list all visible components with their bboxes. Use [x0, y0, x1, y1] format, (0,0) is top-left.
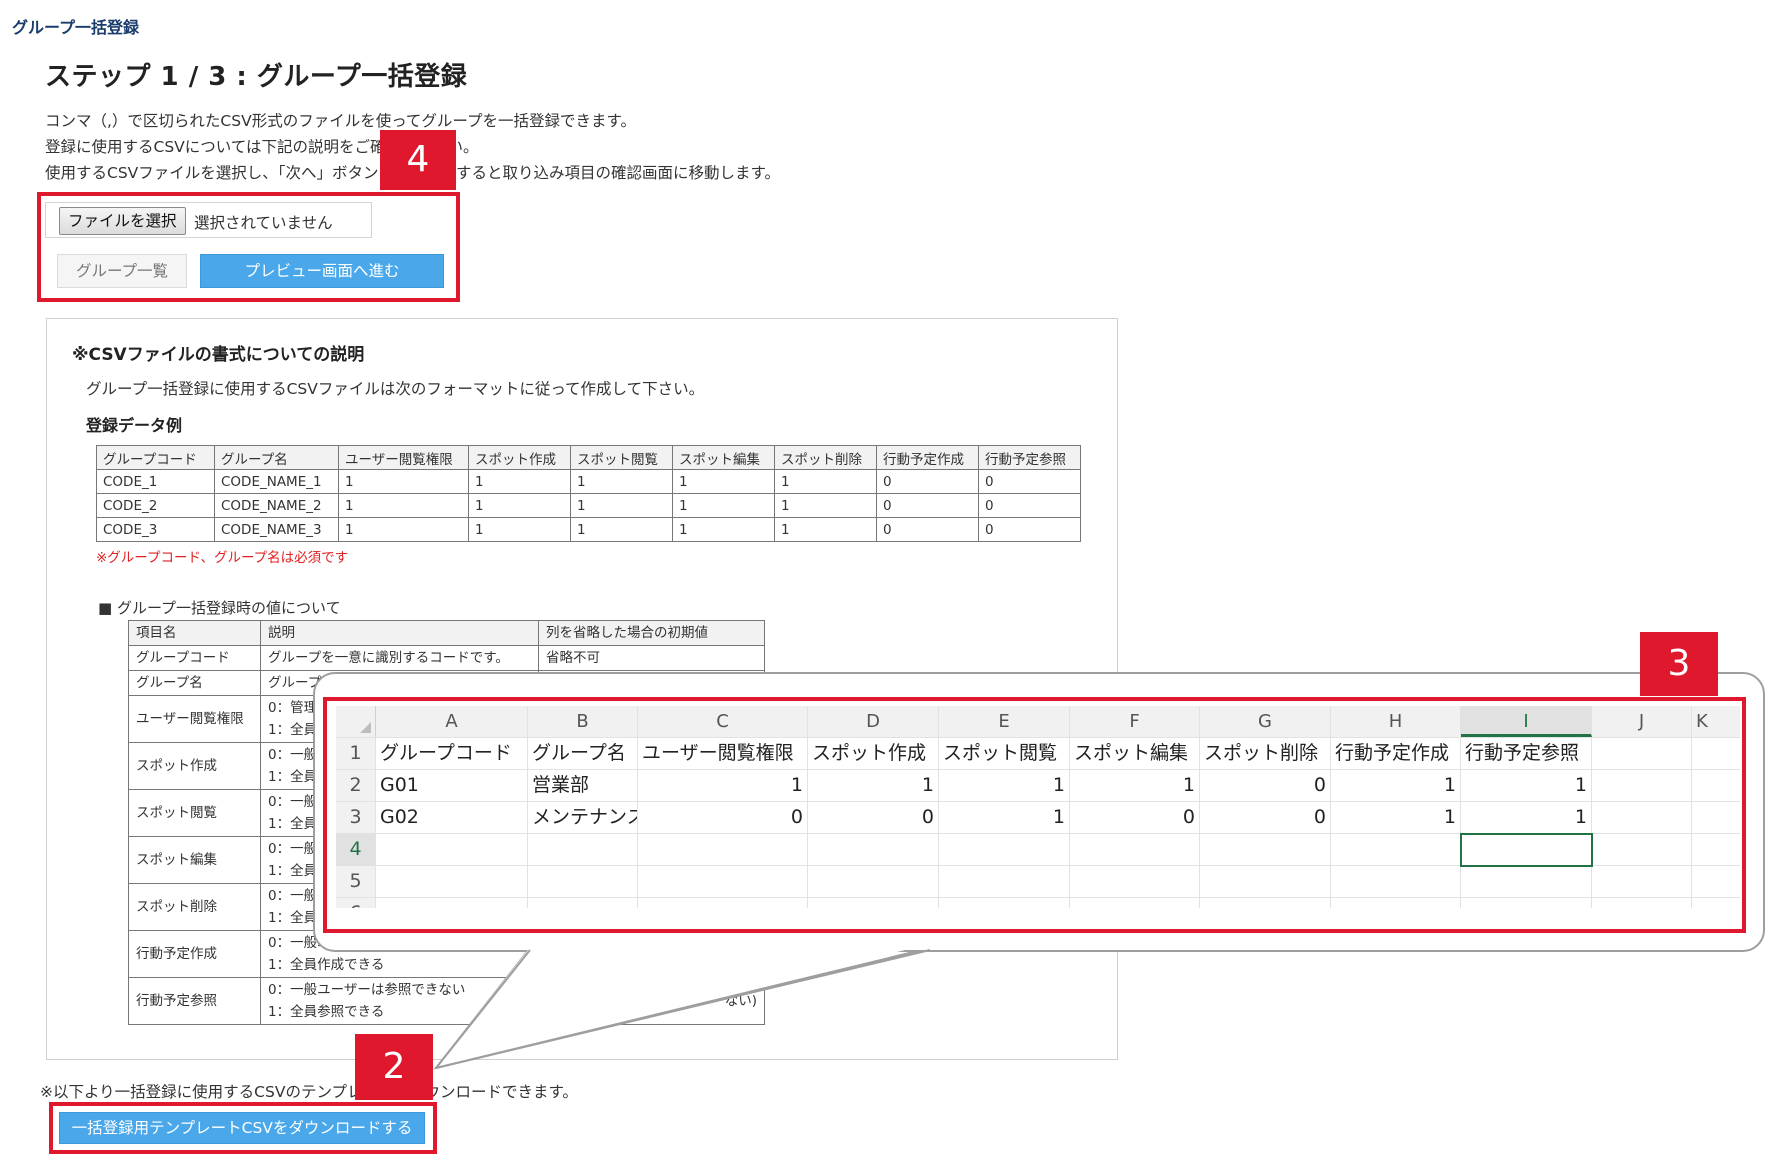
column-header: 項目名 — [128, 620, 261, 646]
table-cell: 0 — [978, 469, 1081, 494]
item-name: 行動予定作成 — [128, 930, 261, 978]
table-cell: 0 — [876, 469, 979, 494]
example-heading: 登録データ例 — [86, 416, 183, 435]
required-note: ※グループコード、グループ名は必須です — [96, 550, 349, 566]
item-default: 省略不可 — [538, 645, 765, 671]
values-heading: ■ グループ一括登録時の値について — [98, 599, 341, 617]
breadcrumb: グループ一括登録 — [12, 18, 140, 37]
table-cell: 1 — [570, 469, 673, 494]
description-line: グループを一意に識別するコードです。 — [268, 650, 509, 666]
annotation-tag-2: 2 — [355, 1034, 433, 1100]
table-cell: CODE_3 — [96, 517, 215, 542]
column-header: スポット作成 — [468, 445, 571, 470]
column-header: スポット編集 — [672, 445, 775, 470]
table-cell: CODE_NAME_1 — [214, 469, 339, 494]
item-name: グループコード — [128, 645, 261, 671]
table-cell: 1 — [774, 517, 877, 542]
table-cell: 1 — [338, 469, 469, 494]
table-row: グループコード グループを一意に識別するコードです。 省略不可 — [128, 645, 765, 671]
table-cell: CODE_1 — [96, 469, 215, 494]
table-cell: 0 — [978, 493, 1081, 518]
table-cell: 1 — [672, 469, 775, 494]
description-line: 1：全員作成できる — [268, 957, 385, 973]
item-description: 0：一般ユーザーは参照できない 1：全員参照できる — [260, 977, 539, 1025]
item-name: スポット編集 — [128, 836, 261, 884]
annotation-box-4 — [37, 192, 460, 302]
table-cell: 1 — [774, 469, 877, 494]
column-header: 行動予定参照 — [978, 445, 1081, 470]
column-header: ユーザー閲覧権限 — [338, 445, 469, 470]
table-cell: CODE_2 — [96, 493, 215, 518]
column-header: グループコード — [96, 445, 215, 470]
table-cell: 1 — [570, 517, 673, 542]
annotation-tag-3: 3 — [1640, 632, 1718, 696]
item-description: グループを一意に識別するコードです。 — [260, 645, 539, 671]
table-header-row: 項目名 説明 列を省略した場合の初期値 — [128, 620, 765, 646]
panel-description: グループ一括登録に使用するCSVファイルは次のフォーマットに従って作成して下さい… — [86, 380, 705, 398]
column-header: 行動予定作成 — [876, 445, 979, 470]
table-cell: 1 — [570, 493, 673, 518]
table-cell: 1 — [672, 493, 775, 518]
table-cell: CODE_NAME_2 — [214, 493, 339, 518]
annotation-tag-4: 4 — [380, 130, 456, 190]
item-name: スポット削除 — [128, 883, 261, 931]
item-name: スポット閲覧 — [128, 789, 261, 837]
table-row: CODE_3 CODE_NAME_3 1 1 1 1 1 0 0 — [96, 517, 1081, 542]
item-name: 行動予定参照 — [128, 977, 261, 1025]
table-cell: 0 — [876, 517, 979, 542]
table-cell: CODE_NAME_3 — [214, 517, 339, 542]
column-header: 説明 — [260, 620, 539, 646]
table-cell: 1 — [468, 493, 571, 518]
table-row: CODE_1 CODE_NAME_1 1 1 1 1 1 0 0 — [96, 469, 1081, 494]
download-note: ※以下より一括登録に使用するCSVのテンプレートをダウンロードできます。 — [40, 1083, 578, 1101]
table-cell: 1 — [774, 493, 877, 518]
table-cell: 1 — [338, 517, 469, 542]
column-header: グループ名 — [214, 445, 339, 470]
item-name: スポット作成 — [128, 742, 261, 790]
column-header: 列を省略した場合の初期値 — [538, 620, 765, 646]
item-name: グループ名 — [128, 670, 261, 696]
column-header: スポット閲覧 — [570, 445, 673, 470]
item-default: ない) — [538, 977, 765, 1025]
table-row: CODE_2 CODE_NAME_2 1 1 1 1 1 0 0 — [96, 493, 1081, 518]
example-table: グループコード グループ名 ユーザー閲覧権限 スポット作成 スポット閲覧 スポッ… — [96, 445, 1081, 542]
annotation-box-2 — [49, 1102, 437, 1154]
table-row: 行動予定参照 0：一般ユーザーは参照できない 1：全員参照できる ない) — [128, 977, 765, 1025]
page-title: ステップ 1 / 3 : グループ一括登録 — [45, 62, 468, 92]
table-cell: 0 — [876, 493, 979, 518]
column-header: スポット削除 — [774, 445, 877, 470]
table-cell: 1 — [338, 493, 469, 518]
item-name: ユーザー閲覧権限 — [128, 695, 261, 743]
description-line: 0：一般ユーザーは参照できない — [268, 982, 466, 998]
table-cell: 0 — [978, 517, 1081, 542]
table-cell: 1 — [468, 469, 571, 494]
table-cell: 1 — [468, 517, 571, 542]
table-cell: 1 — [672, 517, 775, 542]
panel-heading: ※CSVファイルの書式についての説明 — [72, 345, 365, 365]
annotation-box-3 — [323, 697, 1746, 933]
table-header-row: グループコード グループ名 ユーザー閲覧権限 スポット作成 スポット閲覧 スポッ… — [96, 445, 1081, 470]
description-line: 1：全員参照できる — [268, 1004, 385, 1020]
